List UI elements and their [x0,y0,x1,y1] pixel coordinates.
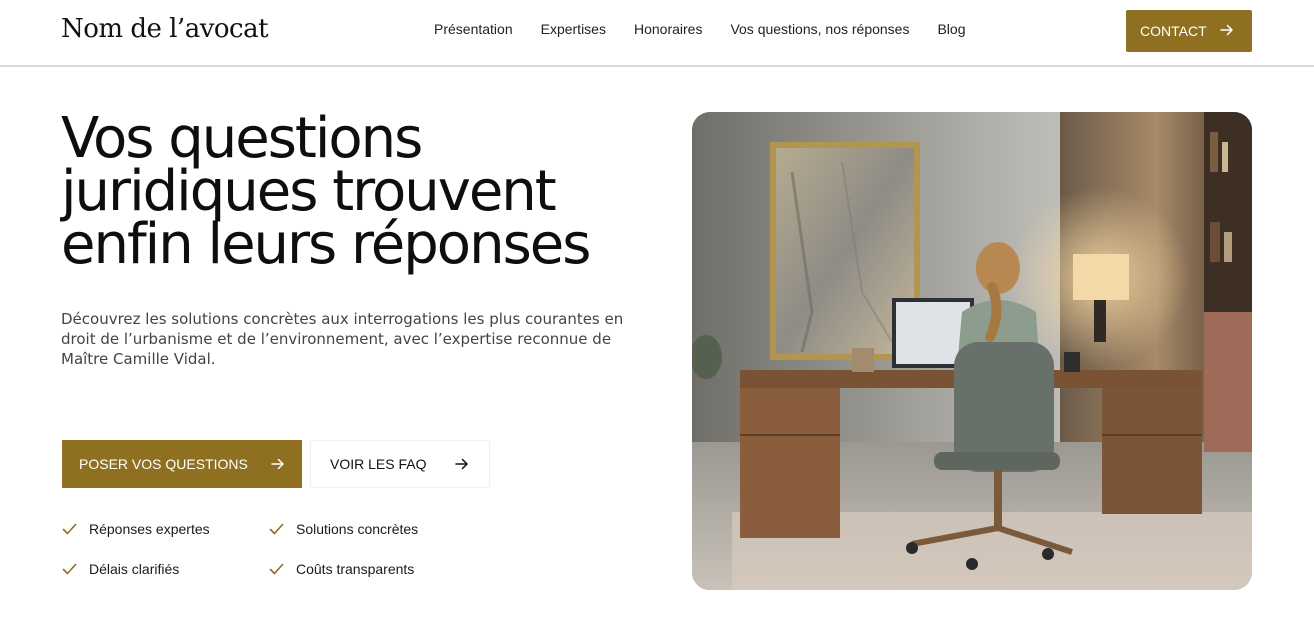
check-icon [62,563,77,575]
contact-button[interactable]: CONTACT [1126,10,1252,52]
feature-list: Réponses expertes Solutions concrètes Dé… [62,520,482,578]
check-icon [62,523,77,535]
feature-item: Coûts transparents [269,560,469,578]
contact-button-label: CONTACT [1140,23,1207,39]
hero-title: Vos questions juridiques trouvent enfin … [61,106,591,277]
nav-item-presentation[interactable]: Présentation [434,21,513,37]
main-nav: Présentation Expertises Honoraires Vos q… [434,21,966,37]
ask-questions-label: POSER VOS QUESTIONS [79,456,248,472]
office-illustration [692,112,1252,590]
nav-item-expertises[interactable]: Expertises [541,21,606,37]
nav-item-faq[interactable]: Vos questions, nos réponses [730,21,909,37]
feature-item: Délais clarifiés [62,560,269,578]
hero-office-image [692,112,1252,590]
nav-item-honoraires[interactable]: Honoraires [634,21,702,37]
view-faq-label: VOIR LES FAQ [330,456,427,472]
ask-questions-button[interactable]: POSER VOS QUESTIONS [62,440,302,488]
arrow-right-icon [271,458,284,470]
feature-item: Solutions concrètes [269,520,469,538]
arrow-right-icon [455,458,468,470]
check-icon [269,523,284,535]
feature-label: Délais clarifiés [89,561,180,577]
view-faq-button[interactable]: VOIR LES FAQ [310,440,490,488]
nav-item-blog[interactable]: Blog [937,21,965,37]
site-header: Nom de l’avocat Présentation Expertises … [0,0,1314,67]
site-logo[interactable]: Nom de l’avocat [61,14,269,44]
feature-item: Réponses expertes [62,520,269,538]
feature-label: Solutions concrètes [296,521,419,537]
feature-label: Réponses expertes [89,521,210,537]
arrow-right-icon [1220,24,1233,36]
hero-subtitle: Découvrez les solutions concrètes aux in… [61,310,624,368]
check-icon [269,563,284,575]
feature-label: Coûts transparents [296,561,415,577]
